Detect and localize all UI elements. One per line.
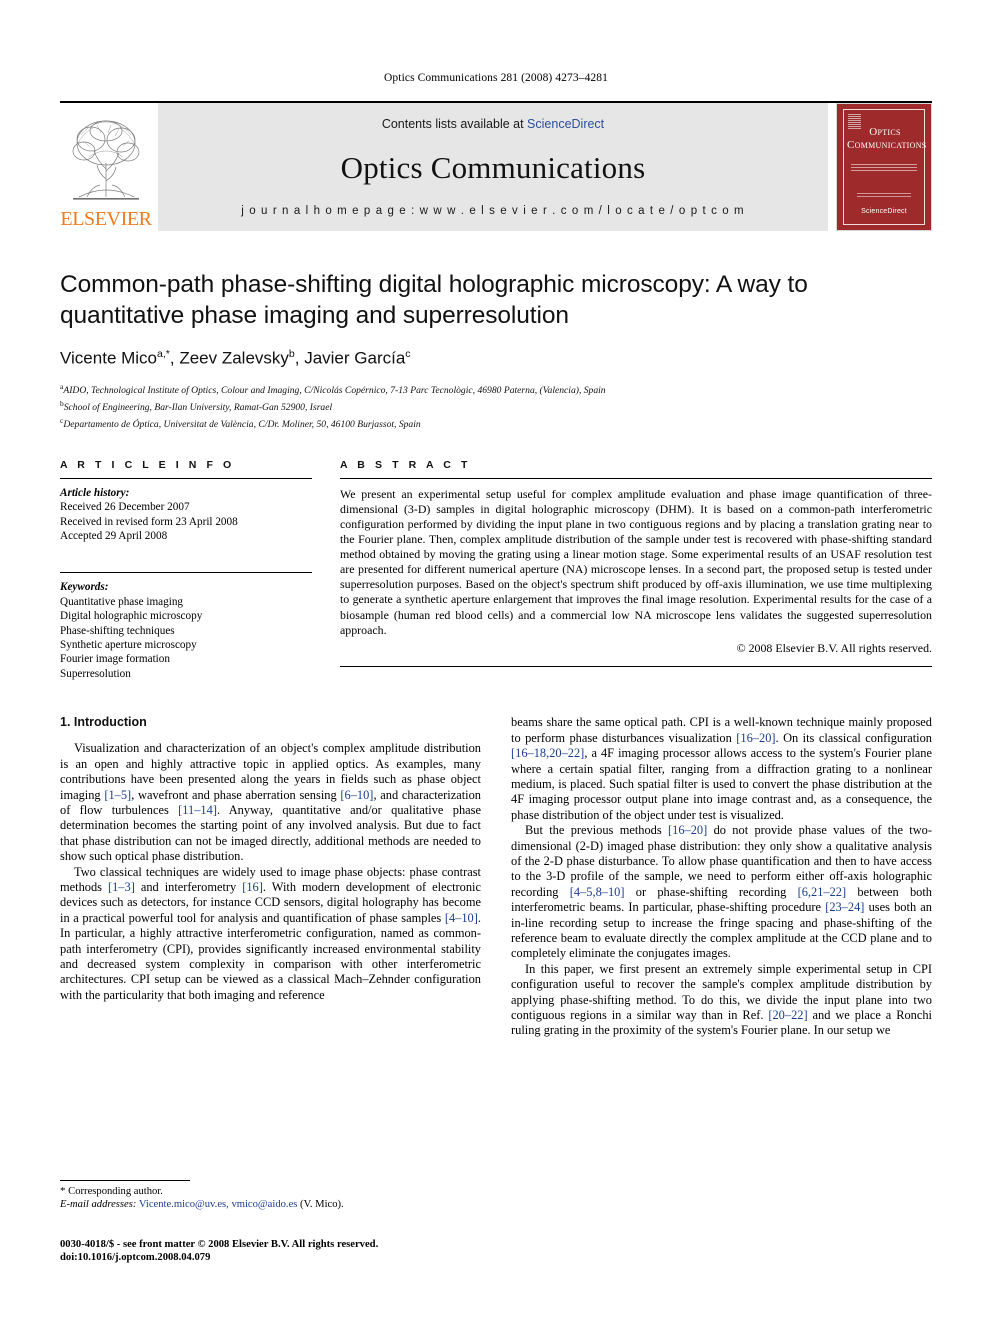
imprint-block: 0030-4018/$ - see front matter © 2008 El… <box>60 1238 620 1265</box>
author-mark: a,* <box>157 348 170 360</box>
footnote-area: * Corresponding author. E-mail addresses… <box>60 1180 480 1212</box>
keyword-item: Quantitative phase imaging <box>60 595 184 608</box>
doi-line[interactable]: doi:10.1016/j.optcom.2008.04.079 <box>60 1251 620 1264</box>
article-info-heading: A R T I C L E I N F O <box>60 458 235 471</box>
abstract-text: We present an experimental setup useful … <box>340 486 932 637</box>
contents-available-line: Contents lists available at ScienceDirec… <box>382 117 604 131</box>
affiliation-item: aAIDO, Technological Institute of Optics… <box>60 380 932 397</box>
journal-title: Optics Communications <box>340 150 646 185</box>
body-paragraph: beams share the same optical path. CPI i… <box>511 715 932 822</box>
article-history-item: Received in revised form 23 April 2008 <box>60 515 238 528</box>
author-name: Vicente Mico <box>60 348 158 368</box>
keyword-item: Synthetic aperture microscopy <box>60 639 197 652</box>
article-history-item: Accepted 29 April 2008 <box>60 530 168 543</box>
keyword-item: Digital holographic microscopy <box>60 610 203 623</box>
affiliation-text: Departamento de Óptica, Universitat de V… <box>63 419 421 431</box>
article-history-block: Article history: Received 26 December 20… <box>60 479 312 544</box>
keyword-item: Phase-shifting techniques <box>60 624 175 637</box>
footnote-email-owner: (V. Mico). <box>300 1199 344 1211</box>
page-title: Common-path phase-shifting digital holog… <box>60 271 808 329</box>
title-block: Common-path phase-shifting digital holog… <box>60 269 932 432</box>
affiliation-text: AIDO, Technological Institute of Optics,… <box>63 384 606 396</box>
article-body: 1. Introduction Visualization and charac… <box>60 715 932 1185</box>
abstract-bottom-rule <box>340 665 932 667</box>
keywords-block: Keywords: Quantitative phase imaging Dig… <box>60 565 312 681</box>
contents-prefix: Contents lists available at <box>381 117 528 131</box>
body-paragraph: But the previous methods [16–20] do not … <box>511 823 933 961</box>
body-paragraph: Two classical techniques are widely used… <box>60 864 481 1002</box>
footnote-rule <box>60 1180 190 1181</box>
author-name: Javier García <box>304 348 406 368</box>
article-info-column: A R T I C L E I N F O Article history: R… <box>60 459 312 681</box>
author-mark: b <box>288 348 295 360</box>
journal-homepage[interactable]: j o u r n a l h o m e p a g e : w w w . … <box>241 205 744 217</box>
abstract-heading: A B S T R A C T <box>340 458 471 471</box>
body-paragraph: In this paper, we first present an extre… <box>511 961 932 1038</box>
footnote-email-link[interactable]: Vicente.mico@uv.es, vmico@aido.es <box>139 1199 298 1210</box>
journal-banner: Contents lists available at ScienceDirec… <box>158 103 828 231</box>
author-list: Vicente Micoa,*, Zeev Zalevskyb, Javier … <box>60 348 411 368</box>
footnote-corresponding-text: Corresponding author. <box>68 1186 163 1197</box>
article-page: Optics Communications 281 (2008) 4273–42… <box>0 0 992 1323</box>
journal-cover-thumbnail: Optics Communications ScienceDirect <box>836 103 932 231</box>
article-history-label: Article history: <box>60 486 130 499</box>
affiliation-item: bSchool of Engineering, Bar-Ilan Univers… <box>60 397 932 414</box>
footnote-corresponding-author: * Corresponding author. <box>60 1185 480 1198</box>
keywords-label: Keywords: <box>60 581 109 594</box>
affiliation-list: aAIDO, Technological Institute of Optics… <box>60 380 932 432</box>
cover-sciencedirect-label: ScienceDirect <box>861 208 907 215</box>
cover-footer: ScienceDirect <box>857 193 911 218</box>
journal-masthead: ELSEVIER Contents lists available at Sci… <box>60 101 932 231</box>
elsevier-tree-icon <box>72 120 140 200</box>
article-history-item: Received 26 December 2007 <box>60 501 190 514</box>
abstract-column: A B S T R A C T We present an experiment… <box>340 459 932 681</box>
issn-front-matter-line: 0030-4018/$ - see front matter © 2008 El… <box>60 1239 379 1250</box>
keyword-item: Superresolution <box>60 667 131 680</box>
abstract-copyright: © 2008 Elsevier B.V. All rights reserved… <box>736 640 932 655</box>
elsevier-wordmark: ELSEVIER <box>60 208 152 230</box>
keyword-item: Fourier image formation <box>60 653 170 666</box>
affiliation-item: cDepartamento de Óptica, Universitat de … <box>60 414 932 431</box>
body-column-left: 1. Introduction Visualization and charac… <box>60 715 481 1185</box>
section-heading-introduction: 1. Introduction <box>60 715 147 730</box>
info-abstract-region: A R T I C L E I N F O Article history: R… <box>60 459 932 681</box>
asterisk-icon: * <box>60 1185 66 1197</box>
cover-journal-title: Optics Communications <box>847 126 927 151</box>
running-head: Optics Communications 281 (2008) 4273–42… <box>384 72 608 84</box>
body-paragraph: Visualization and characterization of an… <box>60 741 481 864</box>
elsevier-logo: ELSEVIER <box>60 103 152 231</box>
affiliation-text: School of Engineering, Bar-Ilan Universi… <box>63 402 333 414</box>
author-mark: c <box>405 348 411 360</box>
body-column-right: beams share the same optical path. CPI i… <box>511 715 932 1185</box>
author-name: Zeev Zalevsky <box>179 348 289 368</box>
cover-subtitle-lines <box>851 164 917 173</box>
footnote-email-label: E-mail addresses: <box>60 1199 137 1211</box>
footnote-emails: E-mail addresses: Vicente.mico@uv.es, vm… <box>60 1198 480 1211</box>
sciencedirect-link[interactable]: ScienceDirect <box>527 117 604 131</box>
